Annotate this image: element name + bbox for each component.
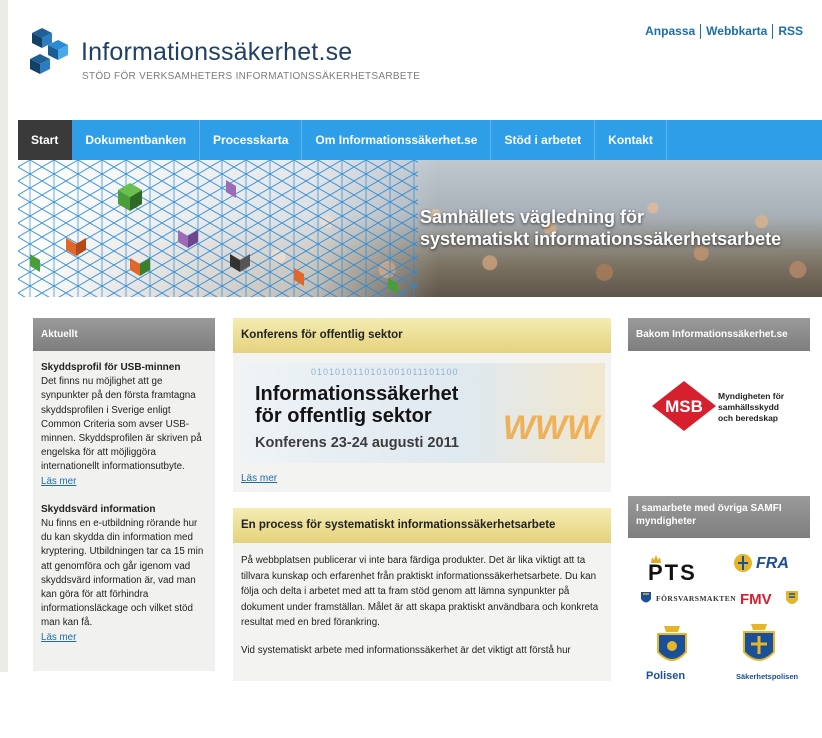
banner-title: Informationssäkerhet för offentlig sekto…: [255, 383, 458, 427]
msb-logo-icon: MSB: [652, 381, 716, 431]
aktuellt-column: Aktuellt Skyddsprofil för USB-minnen Det…: [33, 318, 215, 671]
banner-date: Konferens 23-24 augusti 2011: [255, 435, 459, 451]
nav-item-stod[interactable]: Stöd i arbetet: [491, 120, 596, 160]
process-heading[interactable]: En process för systematiskt informations…: [233, 508, 611, 543]
nav-item-kontakt[interactable]: Kontakt: [595, 120, 667, 160]
banner-binary-text: 0101010110101001011101100: [311, 367, 459, 377]
fra-logo[interactable]: FRA: [756, 555, 789, 573]
news-title-1[interactable]: Skyddsprofil för USB-minnen: [41, 361, 207, 375]
konferens-body: 0101010110101001011101100 WWW Informatio…: [233, 353, 611, 492]
forsvarsmakten-emblem-icon: [641, 592, 651, 603]
sakerhetspolisen-logo[interactable]: Säkerhetspolisen: [736, 672, 798, 681]
partners-column: Bakom Informationssäkerhet.se MSB Myndig…: [628, 318, 810, 738]
news-text-2: Nu finns en e-utbildning rörande hur du …: [41, 518, 204, 629]
fmv-emblem-icon: [786, 591, 798, 604]
hero-slogan-line2: systematiskt informationssäkerhetsarbete: [420, 229, 782, 249]
banner-title-line2: för offentlig sektor: [255, 405, 432, 427]
nav-item-om[interactable]: Om Informationssäkerhet.se: [302, 120, 492, 160]
hero-slogan-line1: Samhällets vägledning för: [420, 207, 645, 227]
msb-name: Myndigheten för samhällsskydd och bereds…: [718, 391, 784, 424]
samfi-heading: I samarbete med övriga SAMFI myndigheter: [628, 496, 810, 538]
top-link-webbkarta[interactable]: Webbkarta: [701, 24, 772, 39]
site-tagline: STÖD FÖR VERKSAMHETERS INFORMATIONSSÄKER…: [82, 71, 421, 82]
news-text-1: Det finns nu möjlighet att ge synpunkter…: [41, 376, 202, 473]
main-navigation: Start Dokumentbanken Processkarta Om Inf…: [18, 120, 822, 160]
hero-cube-pattern: [18, 160, 438, 297]
left-edge-strip: [0, 0, 8, 672]
konferens-heading[interactable]: Konferens för offentlig sektor: [233, 318, 611, 353]
logo-cubes-icon[interactable]: [28, 26, 70, 76]
forsvarsmakten-logo[interactable]: FÖRSVARSMAKTEN: [656, 594, 736, 603]
hero-slogan: Samhällets vägledning för systematiskt i…: [420, 206, 781, 250]
site-header: Informationssäkerhet.se STÖD FÖR VERKSAM…: [18, 0, 822, 108]
konferens-read-more[interactable]: Läs mer: [241, 473, 603, 484]
polisen-emblem-icon: [657, 626, 687, 661]
fmv-logo[interactable]: FMV: [740, 591, 772, 608]
nav-item-dokumentbanken[interactable]: Dokumentbanken: [72, 120, 201, 160]
konferens-banner[interactable]: 0101010110101001011101100 WWW Informatio…: [241, 363, 605, 463]
bakom-heading: Bakom Informationssäkerhet.se: [628, 318, 810, 351]
main-column: Konferens för offentlig sektor 010101011…: [233, 318, 611, 681]
aktuellt-body: Skyddsprofil för USB-minnen Det finns nu…: [33, 351, 215, 671]
fra-emblem-icon: [734, 554, 752, 572]
msb-name-line1: Myndigheten för: [718, 391, 785, 401]
banner-title-line1: Informationssäkerhet: [255, 383, 459, 405]
news-read-more-2[interactable]: Läs mer: [41, 631, 76, 645]
msb-name-line3: och beredskap: [718, 413, 778, 423]
hero-banner: Samhällets vägledning för systematiskt i…: [18, 160, 822, 297]
top-link-rss[interactable]: RSS: [773, 24, 808, 39]
crown-icon: [651, 555, 661, 563]
site-name[interactable]: Informationssäkerhet.se: [81, 38, 352, 67]
msb-logo-text: MSB: [665, 397, 703, 416]
process-body: På webbplatsen publicerar vi inte bara f…: [233, 543, 611, 681]
process-paragraph-2: Vid systematiskt arbete med informations…: [241, 644, 571, 656]
column-spacer: [233, 492, 611, 508]
top-link-anpassa[interactable]: Anpassa: [640, 24, 700, 39]
aktuellt-heading: Aktuellt: [33, 318, 215, 351]
msb-logo-box[interactable]: MSB Myndigheten för samhällsskydd och be…: [628, 351, 810, 461]
banner-www-graphic: WWW: [502, 409, 599, 447]
top-links: Anpassa Webbkarta RSS: [640, 24, 808, 39]
process-paragraph-1: På webbplatsen publicerar vi inte bara f…: [241, 555, 599, 629]
news-read-more-1[interactable]: Läs mer: [41, 475, 76, 489]
nav-item-start[interactable]: Start: [18, 120, 73, 160]
sakerhetspolisen-emblem-icon: [743, 624, 775, 661]
samfi-logos: PTS FRA FÖRSVARSMAKTEN FMV Polisen Säker…: [628, 538, 810, 738]
column-spacer: [628, 461, 810, 496]
nav-item-processkarta[interactable]: Processkarta: [200, 120, 303, 160]
news-title-2[interactable]: Skyddsvärd information: [41, 503, 207, 517]
msb-name-line2: samhällsskydd: [718, 402, 779, 412]
